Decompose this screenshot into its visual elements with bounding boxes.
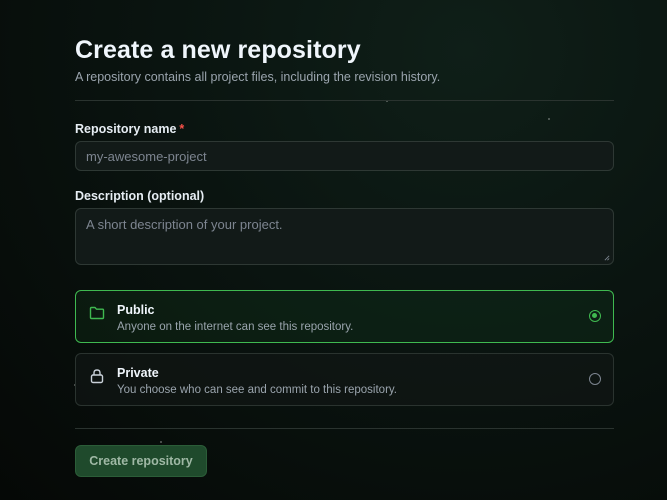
private-radio[interactable] [589,373,601,385]
header-divider [75,100,614,101]
background-particle [160,441,162,443]
background-particle [548,118,550,120]
visibility-option-public[interactable]: Public Anyone on the internet can see th… [75,290,614,343]
public-option-title: Public [117,303,155,317]
private-option-description: You choose who can see and commit to thi… [117,384,397,396]
description-input[interactable] [75,208,614,265]
description-label: Description (optional) [75,189,205,203]
repository-name-label-text: Repository name [75,122,177,136]
repository-name-input[interactable] [75,141,614,171]
public-option-description: Anyone on the internet can see this repo… [117,321,354,333]
required-marker: * [179,122,185,136]
footer-divider [75,428,614,429]
radio-selected-dot [592,313,597,318]
page-title: Create a new repository [75,36,361,64]
public-radio[interactable] [589,310,601,322]
folder-icon [89,306,105,320]
private-option-title: Private [117,366,159,380]
visibility-option-private[interactable]: Private You choose who can see and commi… [75,353,614,406]
create-repository-button[interactable]: Create repository [75,445,207,477]
repository-name-label: Repository name * [75,122,184,136]
page-subtitle: A repository contains all project files,… [75,70,441,84]
lock-icon [90,369,104,384]
